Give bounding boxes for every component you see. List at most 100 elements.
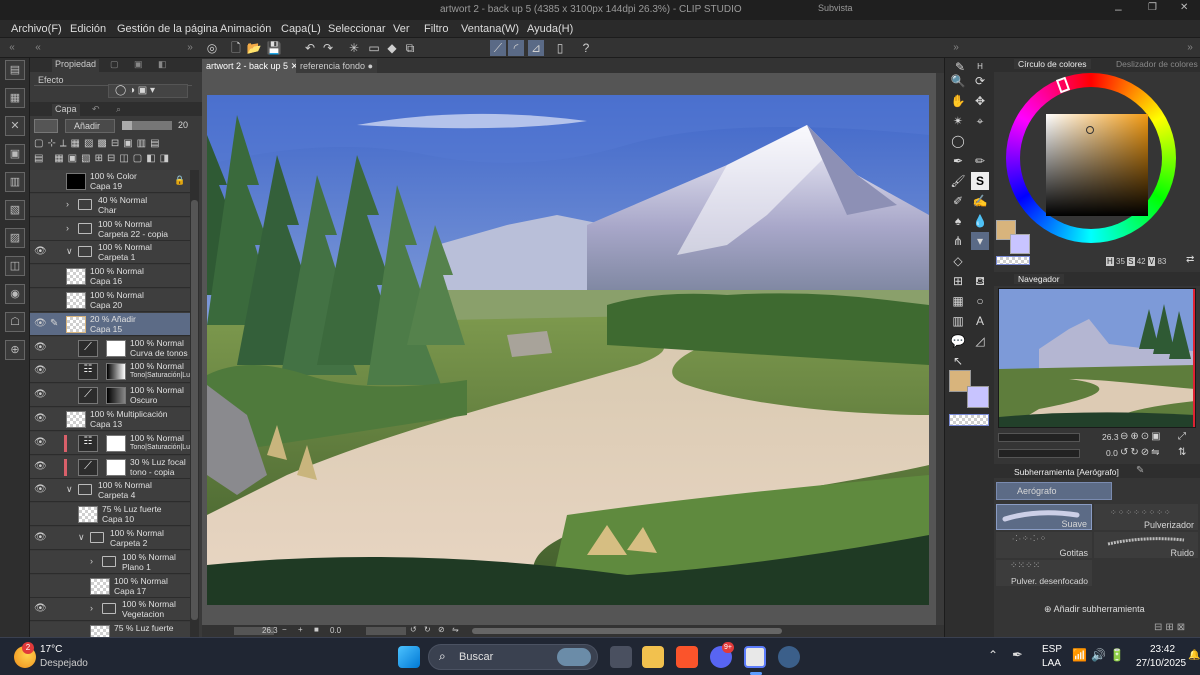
visibility-eye-icon[interactable]: 👁	[34, 389, 47, 401]
rotate-left-icon[interactable]: ↺	[410, 625, 417, 634]
navigator-preview[interactable]	[998, 288, 1196, 428]
subtool-pulver-desenfocado[interactable]: ⁘⁙⁘⁙ Pulver. desenfocado	[996, 560, 1092, 586]
redo-icon[interactable]: ↷	[320, 40, 336, 56]
pen-tool-icon[interactable]: ✒	[949, 152, 967, 170]
visibility-eye-icon[interactable]	[34, 270, 46, 282]
blend-tool-icon[interactable]: 💧	[971, 212, 989, 230]
visibility-eye-icon[interactable]: 👁	[34, 437, 47, 449]
text-s-tool-icon[interactable]: S	[971, 172, 989, 190]
item-bank-icon[interactable]: ◫	[5, 256, 25, 276]
file-explorer-icon[interactable]	[642, 646, 664, 668]
airbrush-tool-icon[interactable]: ▾	[971, 232, 989, 250]
decoration-tool-icon[interactable]: ✐	[949, 192, 967, 210]
tab-navigator[interactable]: Navegador	[1014, 274, 1064, 284]
language-code[interactable]: ESP	[1042, 644, 1062, 655]
new-file-icon[interactable]: 🗋	[228, 40, 244, 56]
navigator-zoom-value[interactable]: 26.3	[1102, 432, 1119, 442]
restore-button[interactable]: ❐	[1148, 2, 1157, 13]
eraser-tool-icon[interactable]: ◇	[949, 252, 967, 270]
folder-expanded-chevron-icon[interactable]: ∨	[66, 484, 73, 495]
brave-browser-icon[interactable]	[676, 646, 698, 668]
navigator-zoom-controls[interactable]: ⊖⊕⊙▣	[1120, 431, 1163, 442]
visibility-eye-icon[interactable]: 👁	[34, 342, 47, 354]
layer-row[interactable]: › 100 % Normal Carpeta 22 - copia	[30, 217, 190, 241]
navigator-zoom-slider[interactable]	[998, 433, 1080, 442]
panel-transparent-color[interactable]	[996, 256, 1030, 265]
tray-chevron-up-icon[interactable]: ⌃	[988, 648, 998, 662]
zoom-value[interactable]: 26.3	[262, 626, 278, 635]
fill-tool-icon[interactable]: ✍	[971, 192, 989, 210]
layer-row[interactable]: 👁 ⟋ 100 % Normal Curva de tonos 2	[30, 336, 190, 360]
rotate-right-icon[interactable]: ↻	[424, 625, 431, 634]
subtool-footer-icons[interactable]: ⊟⊞⊠	[1154, 622, 1188, 633]
clip-studio-icon[interactable]: ◎	[204, 40, 220, 56]
hand-tool-icon[interactable]: ✋	[949, 92, 967, 110]
notification-bell-icon[interactable]: 🔔	[1188, 650, 1200, 661]
folder-expanded-chevron-icon[interactable]: ∨	[66, 246, 73, 257]
visibility-eye-icon[interactable]: 👁	[34, 318, 47, 330]
add-subtool-button[interactable]: ⊕ Añadir subherramienta	[1044, 604, 1145, 615]
object-list-icon[interactable]: ⊕	[5, 340, 25, 360]
subtool-edit-icon[interactable]: ✎	[1136, 465, 1144, 476]
menu-edicion[interactable]: Edición	[70, 23, 106, 35]
figure-tool-icon[interactable]: ○	[971, 292, 989, 310]
subtool-pulverizador[interactable]: ⁘⁘⁘⁘⁘⁘⁘⁘ Pulverizador	[1094, 504, 1198, 530]
transform-icon[interactable]: ⧉	[402, 40, 418, 56]
subtool-gotitas[interactable]: ∙⁚∙⁘∙⁚∙⁘ Gotitas	[996, 532, 1092, 558]
clear-icon[interactable]: ▭	[366, 40, 382, 56]
visibility-eye-icon[interactable]	[34, 508, 46, 520]
folder-collapsed-chevron-icon[interactable]: ›	[90, 556, 93, 566]
tab-history-icon[interactable]: ↶	[92, 104, 100, 118]
collapse-left-icon[interactable]: «	[30, 40, 46, 56]
layer-search-icon[interactable]: ▣	[5, 144, 25, 164]
layer-tool-row[interactable]: ▢⊹⟂▦▨▩⊟▣▥▤	[34, 138, 194, 152]
ruler-tool-icon[interactable]: ◿	[971, 332, 989, 350]
visibility-eye-icon[interactable]: 👁	[34, 413, 47, 425]
loading-icon[interactable]: ✳	[346, 40, 362, 56]
visibility-eye-icon[interactable]: 👁	[34, 246, 47, 258]
layer-row[interactable]: 👁 ∨ 100 % Normal Carpeta 1	[30, 241, 190, 265]
zoom-in-icon[interactable]: +	[298, 625, 303, 634]
tab-propiedad[interactable]: Propiedad	[52, 59, 100, 73]
snap-grid-icon[interactable]: ⊿	[528, 40, 544, 56]
subtool-suave[interactable]: Suave	[996, 504, 1092, 530]
menu-seleccionar[interactable]: Seleccionar	[328, 23, 385, 35]
weather-temp[interactable]: 17°C	[40, 644, 62, 655]
keyboard-layout[interactable]: LAA	[1042, 658, 1061, 669]
layer-row[interactable]: › 100 % Normal Plano 1	[30, 550, 190, 574]
visibility-eye-icon[interactable]	[34, 175, 46, 187]
reset-rotation-icon[interactable]: ⊘	[438, 625, 445, 634]
layer-row[interactable]: 👁 › 100 % Normal Vegetacion	[30, 598, 190, 622]
layer-row[interactable]: 👁 ∨ 100 % Normal Carpeta 2	[30, 527, 190, 550]
layer-row[interactable]: 75 % Luz fuerte Capa 10	[30, 503, 190, 527]
navigator-rotate-controls[interactable]: ↺↻⊘⇋	[1120, 447, 1162, 458]
help-icon[interactable]: ?	[578, 40, 594, 56]
minimize-button[interactable]: –	[1115, 2, 1122, 16]
settings-gear-icon[interactable]	[778, 646, 800, 668]
move-tool-icon[interactable]: ✥	[971, 92, 989, 110]
layer-row[interactable]: 👁 100 % Multiplicación Capa 13	[30, 408, 190, 431]
navigator-angle-value[interactable]: 0.0	[1106, 448, 1118, 458]
undo-icon[interactable]: ↶	[302, 40, 318, 56]
blend-mode-icon[interactable]	[34, 119, 58, 133]
panel-sub-color[interactable]	[1010, 234, 1030, 254]
fit-icon[interactable]: ■	[314, 625, 319, 634]
visibility-eye-icon[interactable]: 👁	[34, 461, 47, 473]
layer-row[interactable]: 100 % Normal Capa 20	[30, 289, 190, 312]
blend-mode-select[interactable]: Añadir	[65, 119, 115, 133]
tab-capa[interactable]: Capa	[52, 104, 80, 118]
opacity-value[interactable]: 20	[178, 120, 188, 130]
text-tool-icon[interactable]: A	[971, 312, 989, 330]
layer-property-icon[interactable]: ✕	[5, 116, 25, 136]
layer-action-row[interactable]: ▤ ▦▣▧⊞⊟◫▢◧◨	[34, 153, 194, 167]
menu-gestion-pagina[interactable]: Gestión de la página	[117, 23, 218, 35]
layer-row[interactable]: 100 % Normal Capa 17	[30, 574, 190, 598]
fill-bucket-tool-icon[interactable]: ⛾	[971, 272, 989, 290]
menu-capa[interactable]: Capa(L)	[281, 23, 321, 35]
gradient-tool-icon[interactable]: ▦	[949, 292, 967, 310]
layer-scrollbar[interactable]	[190, 170, 199, 637]
balloon-tool-icon[interactable]: 💬	[949, 332, 967, 350]
layer-row[interactable]: 👁 ☷ 100 % Normal Tono|Saturación|Lu	[30, 431, 190, 455]
color-mode-toggle-icon[interactable]: ⇄	[1186, 254, 1194, 265]
menu-ventana[interactable]: Ventana(W)	[461, 23, 519, 35]
